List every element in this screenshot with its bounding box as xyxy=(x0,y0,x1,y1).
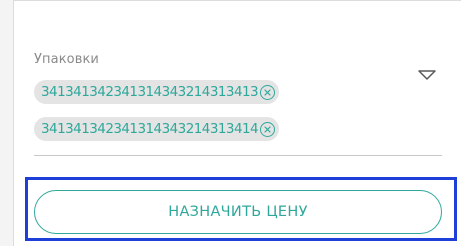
package-chip-label: 341341342341314343214313414 xyxy=(41,121,259,137)
packages-dropdown-toggle[interactable] xyxy=(414,64,440,86)
close-icon xyxy=(264,125,271,133)
assign-price-button[interactable]: НАЗНАЧИТЬ ЦЕНУ xyxy=(34,190,442,234)
packages-field-label: Упаковки xyxy=(34,52,99,67)
chip-remove-button[interactable] xyxy=(260,84,276,100)
chip-remove-button[interactable] xyxy=(260,121,276,137)
package-chip-label: 341341342341314343214313413 xyxy=(41,84,259,100)
package-chip: 341341342341314343214313414 xyxy=(34,117,280,141)
close-icon xyxy=(264,88,271,96)
triangle-down-outline-icon xyxy=(417,66,437,85)
package-chip: 341341342341314343214313413 xyxy=(34,80,280,104)
field-underline xyxy=(34,155,442,156)
